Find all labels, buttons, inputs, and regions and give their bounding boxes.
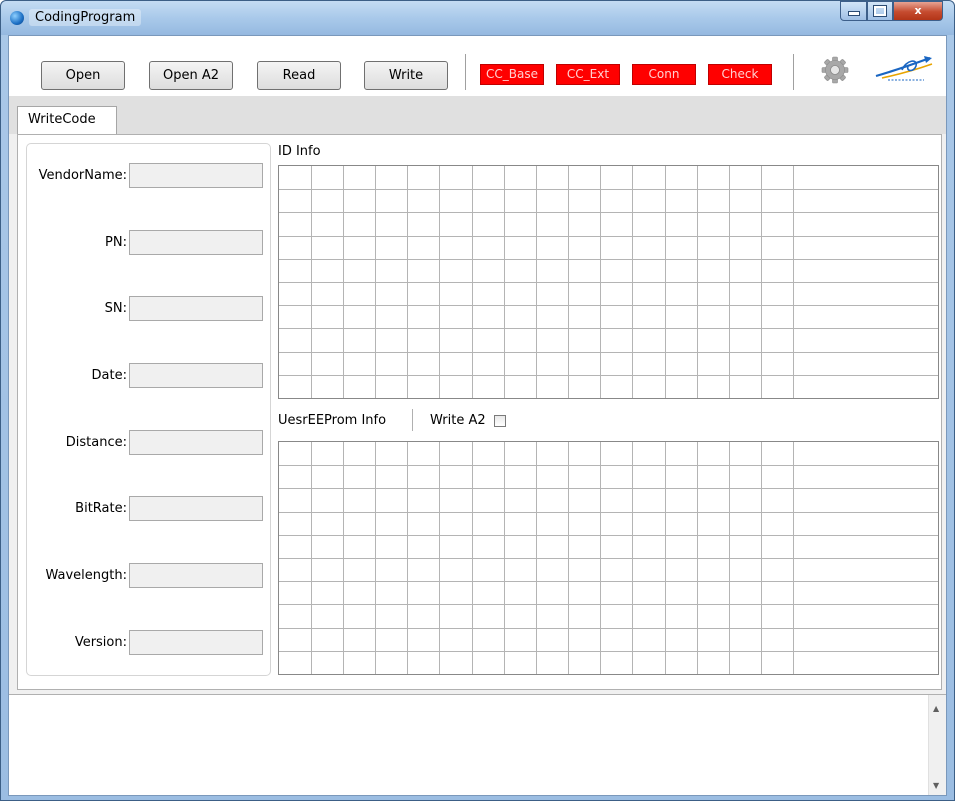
write-a2-checkbox[interactable] (494, 415, 506, 427)
date-label: Date: (91, 368, 127, 383)
company-logo (875, 56, 933, 81)
grid-row-line (279, 282, 938, 283)
log-output[interactable]: ▲ ▼ (9, 694, 946, 795)
pn-label: PN: (105, 235, 127, 250)
module-info-group: VendorName: PN: SN: Date: Distance: BitR… (26, 143, 271, 676)
grid-row-line (279, 212, 938, 213)
vendorname-label: VendorName: (38, 168, 127, 183)
indicator-check: Check (708, 64, 772, 85)
wavelength-field[interactable] (129, 563, 263, 588)
pn-field[interactable] (129, 230, 263, 255)
field-row-pn: PN: (27, 230, 272, 256)
field-row-vendorname: VendorName: (27, 163, 272, 189)
app-window: CodingProgram x Open Open A2 Read Write … (0, 0, 955, 801)
user-eeprom-label: UesrEEProm Info (278, 413, 387, 428)
version-field[interactable] (129, 630, 263, 655)
minimize-button[interactable] (840, 1, 867, 21)
scroll-down-icon[interactable]: ▼ (933, 781, 939, 790)
field-row-date: Date: (27, 363, 272, 389)
distance-label: Distance: (65, 435, 127, 450)
app-icon (10, 11, 24, 25)
indicator-cc-base: CC_Base (480, 64, 544, 85)
field-row-bitrate: BitRate: (27, 496, 272, 522)
vendorname-field[interactable] (129, 163, 263, 188)
grid-row-line (279, 558, 938, 559)
field-row-wavelength: Wavelength: (27, 563, 272, 589)
sn-label: SN: (104, 301, 127, 316)
grid-row-line (279, 512, 938, 513)
grid-row-line (279, 628, 938, 629)
grid-row-line (279, 651, 938, 652)
id-info-label: ID Info (278, 144, 321, 159)
open-a2-button[interactable]: Open A2 (149, 61, 233, 90)
title-bar[interactable]: CodingProgram x (1, 1, 954, 35)
grid-row-line (279, 305, 938, 306)
wavelength-label: Wavelength: (45, 568, 128, 583)
version-label: Version: (74, 635, 127, 650)
gear-icon[interactable] (819, 54, 851, 86)
writecode-panel: VendorName: PN: SN: Date: Distance: BitR… (17, 134, 942, 690)
grid-row-line (279, 189, 938, 190)
read-button[interactable]: Read (257, 61, 341, 90)
write-a2-label: Write A2 (430, 413, 486, 428)
close-button[interactable]: x (893, 1, 943, 21)
indicator-conn: Conn (632, 64, 696, 85)
date-field[interactable] (129, 363, 263, 388)
open-button[interactable]: Open (41, 61, 125, 90)
grid-row-line (279, 352, 938, 353)
grid-row-line (279, 535, 938, 536)
indicator-cc-ext: CC_Ext (556, 64, 620, 85)
bitrate-field[interactable] (129, 496, 263, 521)
field-row-distance: Distance: (27, 430, 272, 456)
field-row-version: Version: (27, 630, 272, 656)
grid-row-line (279, 328, 938, 329)
sn-field[interactable] (129, 296, 263, 321)
minimize-icon (847, 11, 860, 16)
scroll-up-icon[interactable]: ▲ (933, 704, 939, 713)
toolbar-separator (793, 54, 794, 90)
toolbar: Open Open A2 Read Write CC_Base CC_Ext C… (9, 36, 946, 96)
window-title: CodingProgram (29, 9, 142, 26)
grid-row-line (279, 236, 938, 237)
field-row-sn: SN: (27, 296, 272, 322)
maximize-button[interactable] (867, 1, 893, 21)
grid-row-line (279, 465, 938, 466)
close-icon: x (914, 4, 922, 17)
grid-row-line (279, 259, 938, 260)
toolbar-separator (465, 54, 466, 90)
write-button[interactable]: Write (364, 61, 448, 90)
maximize-icon (873, 5, 887, 17)
grid-row-line (279, 581, 938, 582)
user-eeprom-grid[interactable] (278, 441, 939, 675)
id-info-grid[interactable] (278, 165, 939, 399)
bitrate-label: BitRate: (75, 501, 127, 516)
client-area: Open Open A2 Read Write CC_Base CC_Ext C… (8, 35, 947, 796)
tab-writecode[interactable]: WriteCode (17, 106, 117, 135)
section-separator (412, 409, 413, 431)
distance-field[interactable] (129, 430, 263, 455)
grid-row-line (279, 488, 938, 489)
grid-row-line (279, 375, 938, 376)
log-scrollbar[interactable]: ▲ ▼ (928, 695, 946, 795)
grid-row-line (279, 604, 938, 605)
tab-bar: WriteCode (9, 96, 946, 135)
